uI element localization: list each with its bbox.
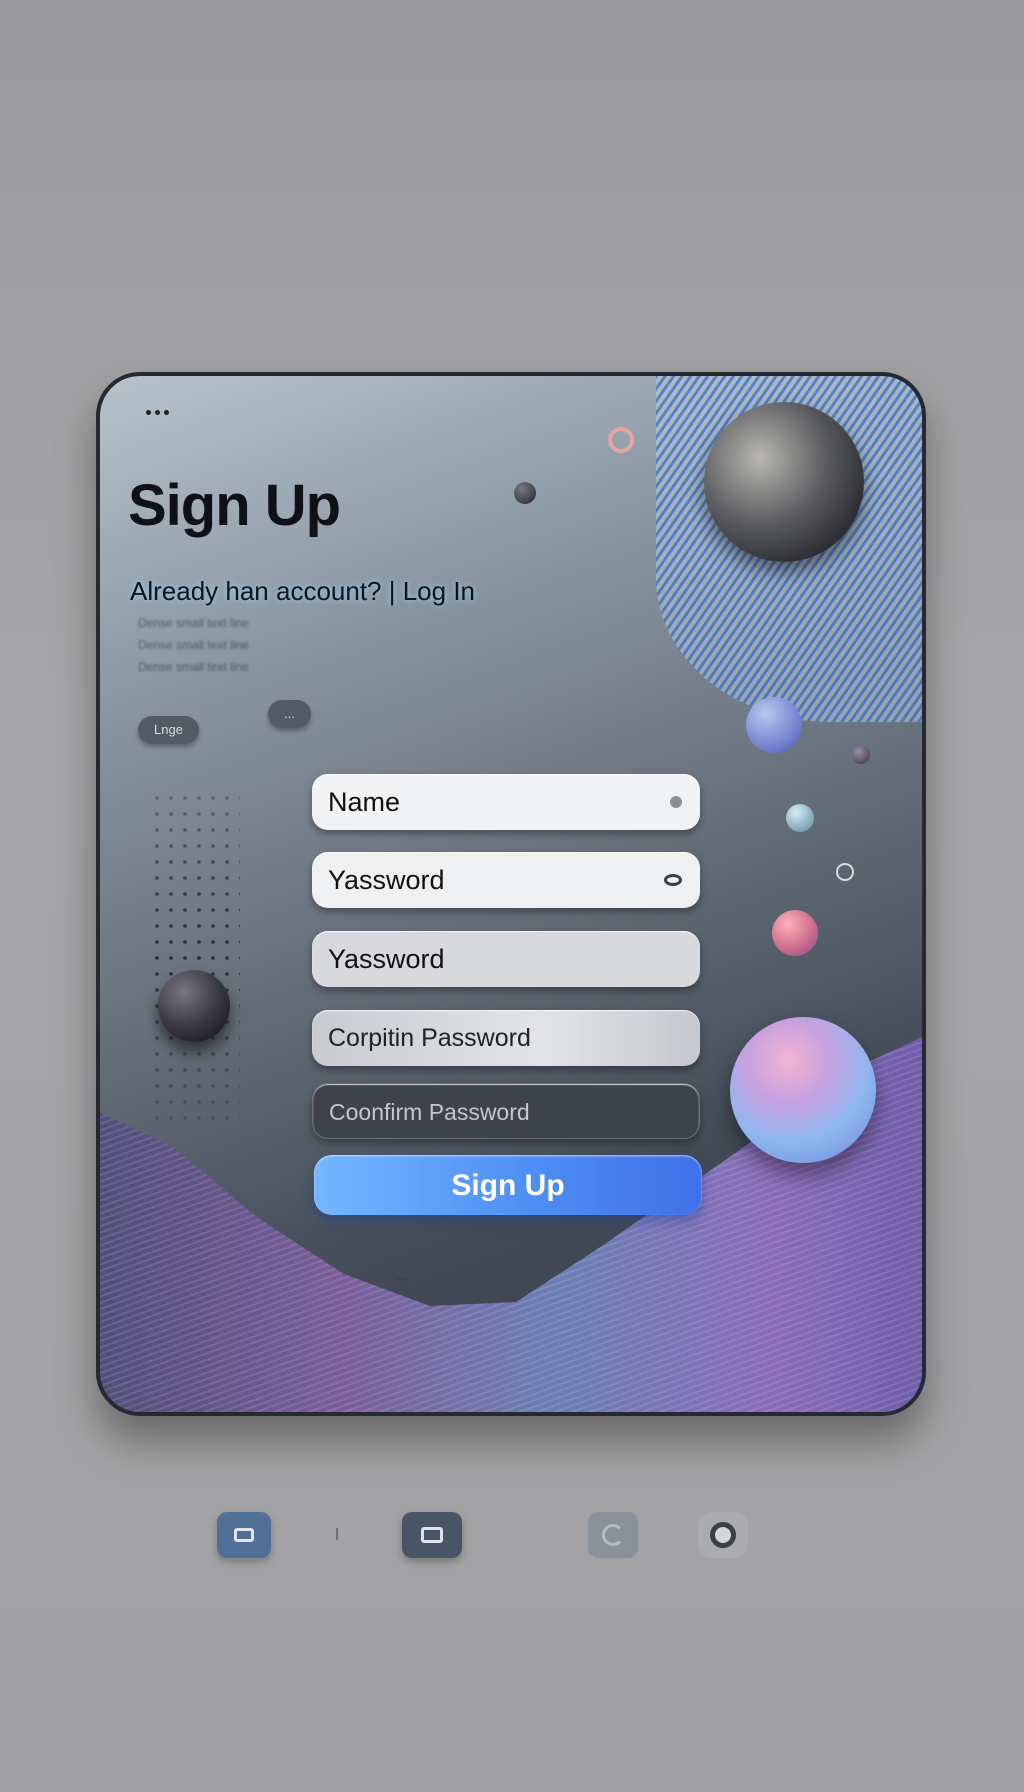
divider [336, 1528, 338, 1540]
password-field-secondary[interactable]: Yassword [312, 931, 700, 987]
confirm-password-field-dark[interactable]: Coonfirm Password [312, 1083, 700, 1139]
bottom-toolbar [0, 1512, 1024, 1564]
chip-option[interactable]: Lnge [138, 716, 199, 744]
name-field[interactable]: Name [312, 774, 700, 830]
dot-icon [670, 796, 682, 808]
moon-sphere [704, 402, 864, 562]
small-dark-sphere [514, 482, 536, 504]
refresh-icon[interactable] [588, 1512, 638, 1558]
tiny-purple-sphere [852, 746, 870, 764]
target-icon[interactable] [698, 1512, 748, 1558]
password-field[interactable]: Yassword [312, 852, 700, 908]
page-title: Sign Up [128, 473, 341, 538]
page: Sign Up Already han account? | Log In De… [0, 0, 1024, 1792]
blurred-text-line: Dense small text line [138, 616, 249, 630]
window-dots-icon [146, 410, 169, 415]
login-prompt-text: Already han account? | [130, 576, 396, 606]
login-link[interactable]: Log In [403, 576, 475, 606]
blurred-text-line: Dense small text line [138, 638, 249, 652]
password-field-secondary-value: Yassword [328, 944, 445, 974]
confirm-password-field[interactable]: Corpitin Password [312, 1010, 700, 1066]
photo-icon[interactable] [217, 1512, 271, 1558]
dot-grid [150, 790, 240, 1120]
eye-icon[interactable] [664, 874, 682, 886]
blurred-text-line: Dense small text line [138, 660, 249, 674]
small-ring [836, 863, 854, 881]
password-field-value: Yassword [328, 865, 445, 895]
name-field-value: Name [328, 787, 401, 817]
window-icon[interactable] [402, 1512, 462, 1558]
pink-ring [608, 427, 634, 453]
signup-button[interactable]: Sign Up [314, 1155, 702, 1215]
dark-sphere [158, 970, 230, 1042]
blue-sphere [746, 697, 802, 753]
gradient-sphere [730, 1017, 876, 1163]
light-blue-sphere [786, 804, 814, 832]
pink-sphere [772, 910, 818, 956]
confirm-password-field-value: Corpitin Password [328, 1024, 531, 1052]
login-prompt: Already han account? | Log In [130, 576, 475, 607]
confirm-password-field-dark-value: Coonfirm Password [329, 1099, 530, 1125]
signup-card: Sign Up Already han account? | Log In De… [96, 372, 926, 1416]
footer-note: ... [396, 1268, 407, 1283]
chip-option[interactable]: ... [268, 700, 311, 728]
